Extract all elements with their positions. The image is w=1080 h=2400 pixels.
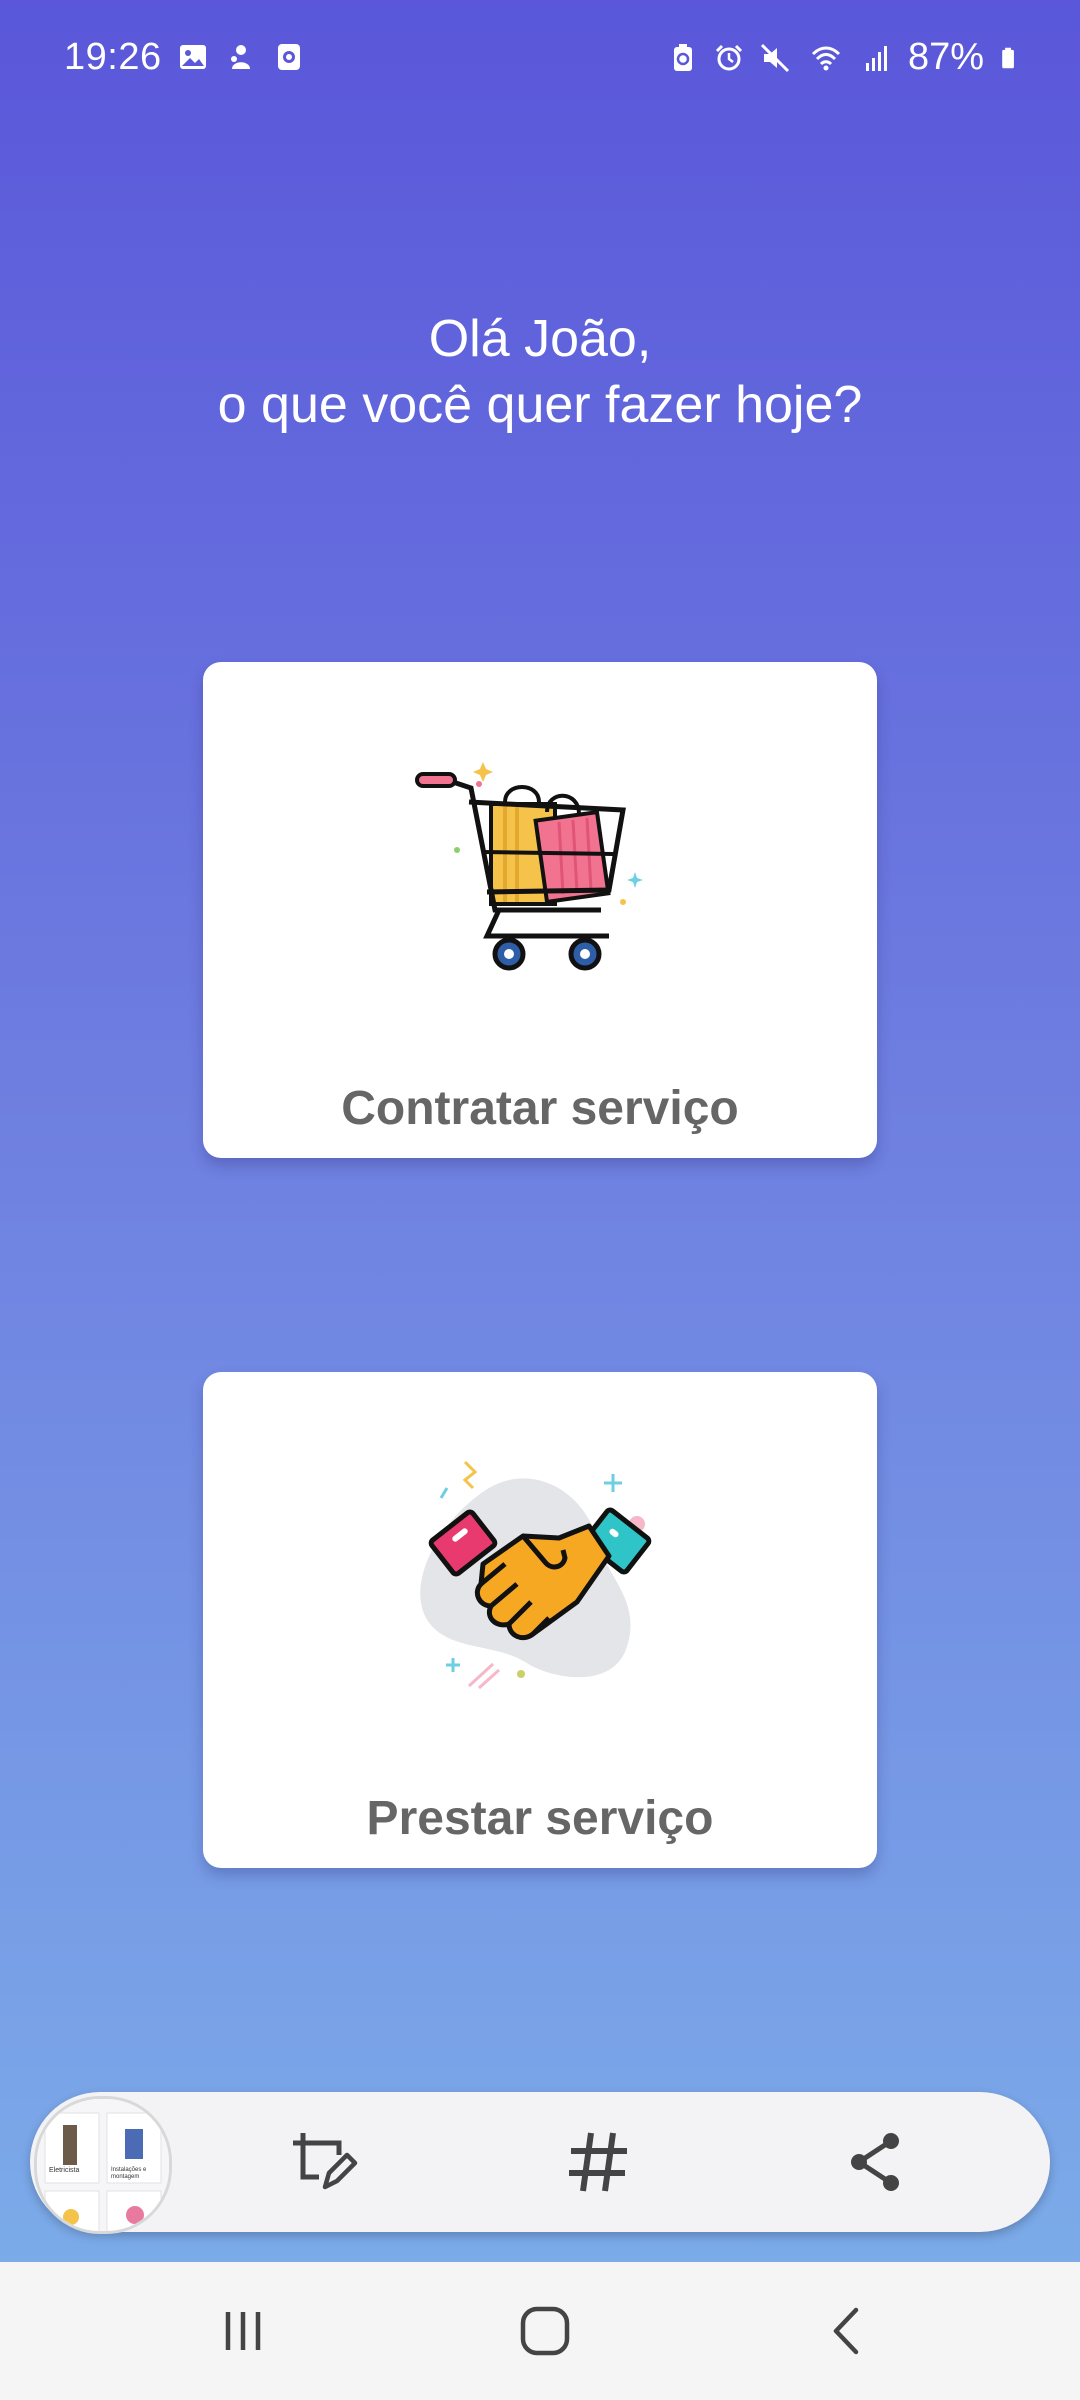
gallery-icon [180, 45, 206, 69]
hire-service-label: Contratar serviço [341, 1082, 739, 1135]
screen-record-icon [278, 44, 300, 70]
status-time: 19:26 [64, 36, 162, 78]
hashtag-icon [569, 2132, 627, 2192]
thumbnail-preview [37, 2099, 169, 2231]
shopping-cart-icon [415, 762, 643, 971]
screenshot-thumbnail[interactable]: Eletricista Instalações e montagem [34, 2096, 172, 2234]
greeting-line-2: o que você quer fazer hoje? [217, 376, 863, 434]
screenshot-toolbar: Eletricista Instalações e montagem [30, 2092, 1050, 2234]
provide-service-card[interactable]: Prestar serviço [203, 1372, 877, 1868]
battery-saver-icon [673, 43, 692, 71]
home-icon [520, 2306, 570, 2356]
app-icon [231, 45, 250, 69]
notification-icons [178, 42, 304, 72]
handshake-icon [420, 1460, 652, 1690]
alarm-icon [715, 44, 742, 70]
battery-icon [1002, 47, 1014, 68]
greeting-line-1: Olá João, [428, 310, 652, 368]
navigation-bar [0, 2262, 1080, 2400]
wifi-icon [811, 46, 840, 70]
hashtag-button[interactable] [558, 2122, 638, 2202]
crop-edit-button[interactable] [284, 2122, 364, 2202]
back-button[interactable] [812, 2296, 882, 2366]
provide-service-label: Prestar serviço [366, 1792, 714, 1845]
back-icon [833, 2307, 859, 2355]
home-button[interactable] [510, 2296, 580, 2366]
thumbnail-caption-1: Eletricista [49, 2167, 80, 2174]
recents-button[interactable] [208, 2296, 278, 2366]
signal-icon [865, 45, 887, 71]
recents-icon [225, 2312, 261, 2350]
greeting-heading: Olá João, o que você quer fazer hoje? [0, 306, 1080, 438]
thumbnail-caption-2: Instalações e montagem [111, 2167, 147, 2180]
crop-edit-icon [293, 2133, 358, 2190]
status-bar: 19:26 87% [0, 0, 1080, 120]
mute-icon [760, 43, 789, 72]
share-icon [851, 2133, 899, 2191]
share-button[interactable] [836, 2122, 916, 2202]
system-status: 87% [668, 36, 1022, 79]
battery-percent: 87% [907, 36, 984, 78]
hire-service-card[interactable]: Contratar serviço [203, 662, 877, 1158]
